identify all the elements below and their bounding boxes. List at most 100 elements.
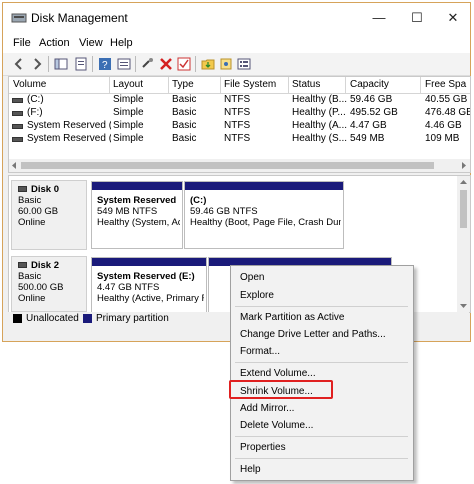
scroll-down-icon[interactable] (460, 302, 467, 309)
menu-item-add-mirror[interactable]: Add Mirror... (240, 403, 294, 414)
disk-type: Basic (18, 271, 42, 282)
close-button[interactable]: ✕ (435, 7, 471, 29)
help-icon[interactable]: ? (97, 56, 113, 72)
list-icon[interactable] (116, 56, 132, 72)
column-divider[interactable] (168, 77, 169, 93)
cell-capacity: 549 MB (350, 133, 385, 144)
wizard-icon[interactable] (218, 56, 234, 72)
partition-system-reserved[interactable]: System Reserved 549 MB NTFS Healthy (Sys… (91, 181, 183, 249)
column-divider[interactable] (420, 77, 421, 93)
partition-name: (C:) (190, 195, 207, 206)
menu-item-help[interactable]: Help (240, 464, 261, 475)
window-title: Disk Management (31, 11, 128, 25)
column-header-capacity[interactable]: Capacity (350, 79, 389, 90)
menu-file[interactable]: File (13, 37, 31, 49)
menu-separator (235, 458, 408, 459)
legend-label-unallocated: Unallocated (26, 313, 79, 324)
cell-capacity: 495.52 GB (350, 107, 398, 118)
menu-item-extend-volume[interactable]: Extend Volume... (240, 368, 316, 379)
partition-size: 4.47 GB NTFS (97, 282, 160, 293)
disk-2-label[interactable]: Disk 2 Basic 500.00 GB Online (11, 256, 87, 312)
details-icon[interactable] (236, 56, 252, 72)
volume-icon (12, 111, 23, 116)
column-header-volume[interactable]: Volume (13, 79, 46, 90)
disk-0-label[interactable]: Disk 0 Basic 60.00 GB Online (11, 180, 87, 250)
forward-icon[interactable] (29, 56, 45, 72)
back-icon[interactable] (11, 56, 27, 72)
cell-volume: (C:) (27, 94, 44, 105)
cell-volume: (F:) (27, 107, 43, 118)
menu-action[interactable]: Action (39, 37, 70, 49)
partition-status: Healthy (System, Ac (97, 217, 180, 228)
horizontal-scrollbar[interactable] (9, 159, 470, 172)
connect-icon[interactable] (140, 56, 156, 72)
check-icon[interactable] (176, 56, 192, 72)
scrollbar-thumb[interactable] (21, 162, 434, 169)
toolbar-separator (92, 56, 93, 72)
disk-name: Disk 2 (18, 260, 86, 271)
maximize-button[interactable]: ☐ (399, 7, 435, 29)
column-header-layout[interactable]: Layout (113, 79, 143, 90)
disk-state: Online (18, 217, 46, 228)
column-header-free-space[interactable]: Free Spa (425, 79, 466, 90)
cell-volume: System Reserved (... (27, 120, 111, 131)
menu-item-change-drive-letter[interactable]: Change Drive Letter and Paths... (240, 329, 386, 340)
scrollbar-thumb[interactable] (460, 190, 467, 228)
column-divider[interactable] (345, 77, 346, 93)
disk-type: Basic (18, 195, 42, 206)
scroll-up-icon[interactable] (460, 179, 467, 186)
volume-icon (12, 124, 23, 129)
cell-type: Basic (172, 107, 197, 118)
menu-item-format[interactable]: Format... (240, 346, 280, 357)
cell-status: Healthy (S... (292, 133, 348, 144)
column-header-type[interactable]: Type (172, 79, 194, 90)
partition-c[interactable]: (C:) 59.46 GB NTFS Healthy (Boot, Page F… (184, 181, 344, 249)
menu-item-delete-volume[interactable]: Delete Volume... (240, 420, 313, 431)
partition-e[interactable]: System Reserved (E:) 4.47 GB NTFS Health… (91, 257, 207, 312)
menu-item-mark-active[interactable]: Mark Partition as Active (240, 312, 344, 323)
column-header-status[interactable]: Status (292, 79, 320, 90)
table-row[interactable]: (C:) Simple Basic NTFS Healthy (B... 59.… (9, 94, 470, 107)
cell-status: Healthy (P... (292, 107, 346, 118)
disk-size: 500.00 GB (18, 282, 64, 293)
cell-free-space: 476.48 GB (425, 107, 471, 118)
column-divider[interactable] (288, 77, 289, 93)
menu-item-open[interactable]: Open (240, 272, 264, 283)
legend-swatch-unallocated (13, 314, 22, 323)
table-row[interactable]: System Reserved (... Simple Basic NTFS H… (9, 120, 470, 133)
scroll-left-icon[interactable] (11, 162, 18, 169)
legend-label-primary: Primary partition (96, 313, 169, 324)
volume-list: Volume Layout Type File System Status Ca… (8, 76, 471, 173)
partition-status: Healthy (Boot, Page File, Crash Dum (190, 217, 341, 228)
cell-volume: System Reserved (... (27, 133, 111, 144)
menu-item-explore[interactable]: Explore (240, 290, 274, 301)
disk-name: Disk 0 (18, 184, 86, 195)
volume-list-header: Volume Layout Type File System Status Ca… (9, 77, 470, 94)
menu-item-properties[interactable]: Properties (240, 442, 286, 453)
menu-view[interactable]: View (79, 37, 103, 49)
cell-layout: Simple (113, 107, 144, 118)
folder-icon[interactable] (200, 56, 216, 72)
column-header-file-system[interactable]: File System (224, 79, 276, 90)
cell-type: Basic (172, 94, 197, 105)
partition-name: System Reserved (97, 195, 177, 206)
table-row[interactable]: System Reserved (... Simple Basic NTFS H… (9, 133, 470, 146)
table-row[interactable]: (F:) Simple Basic NTFS Healthy (P... 495… (9, 107, 470, 120)
partition-color-bar (185, 182, 343, 190)
cell-layout: Simple (113, 133, 144, 144)
scroll-right-icon[interactable] (460, 162, 467, 169)
menu-help[interactable]: Help (110, 37, 133, 49)
context-menu: Open Explore Mark Partition as Active Ch… (230, 265, 414, 481)
column-divider[interactable] (109, 77, 110, 93)
show-hide-tree-icon[interactable] (53, 56, 69, 72)
partition-size: 549 MB NTFS (97, 206, 158, 217)
toolbar-separator (48, 56, 49, 72)
vertical-scrollbar[interactable] (457, 176, 470, 312)
delete-icon[interactable] (158, 56, 174, 72)
column-divider[interactable] (220, 77, 221, 93)
cell-file-system: NTFS (224, 133, 251, 144)
volume-icon (12, 98, 23, 103)
properties-icon[interactable] (73, 56, 89, 72)
disk-state: Online (18, 293, 46, 304)
minimize-button[interactable]: — (361, 7, 397, 29)
